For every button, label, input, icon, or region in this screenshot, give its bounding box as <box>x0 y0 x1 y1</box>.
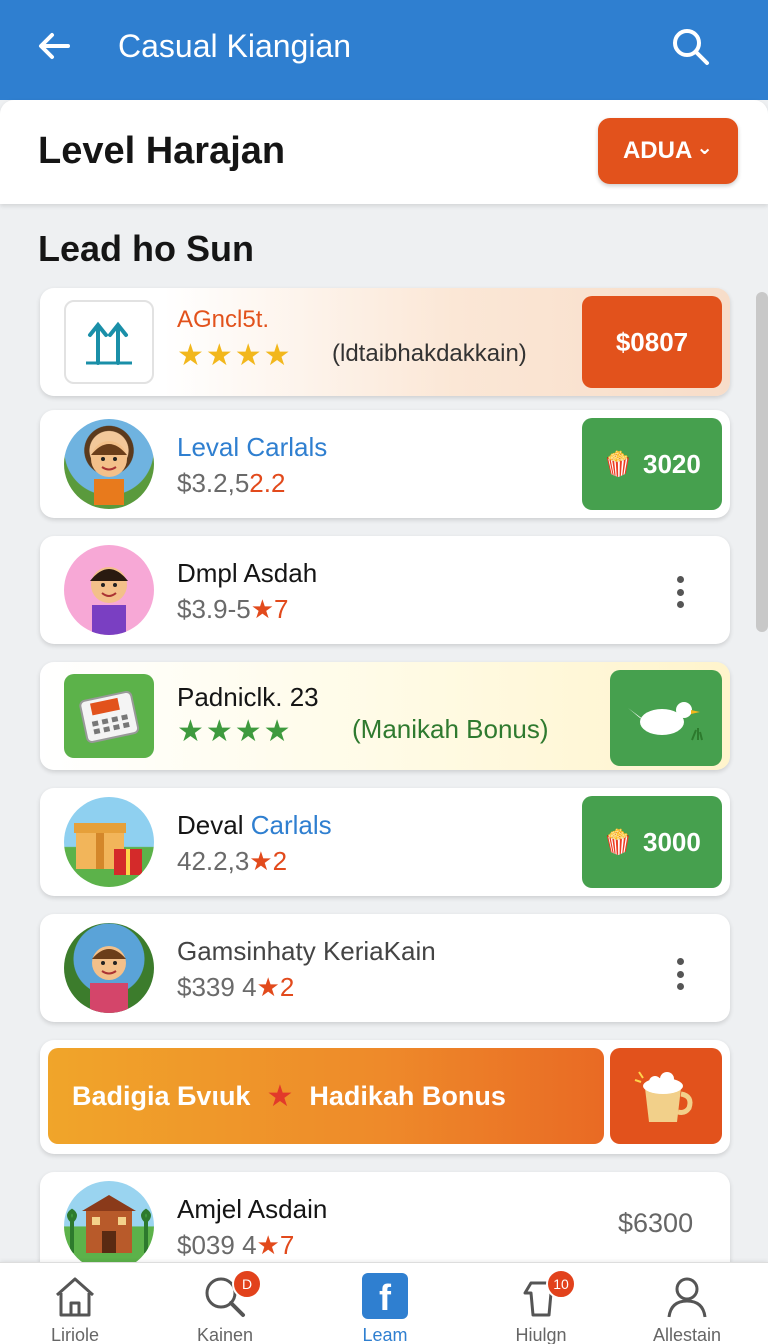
list-item[interactable]: AGncl5t. ★★★★ (ldtaibhakdakkain) $0807 <box>40 288 730 396</box>
item-note: (ldtaibhakdakkain) <box>332 340 527 367</box>
app-title: Casual Kiangian <box>118 28 352 64</box>
chevron-down-icon: ⌄ <box>696 136 714 159</box>
chart-up-icon <box>64 300 154 384</box>
star-icon: ★ <box>266 1079 294 1113</box>
item-name: Amjel Asdain <box>177 1194 328 1224</box>
item-name: Leval Carlals <box>177 432 328 462</box>
nav-item-learn[interactable]: f Leam <box>310 1263 460 1344</box>
item-price: $3.2,52.2 <box>177 468 286 498</box>
search-icon[interactable] <box>670 26 712 68</box>
item-price: $3.9-5★7 <box>177 594 289 624</box>
reward-value: 3000 <box>643 826 701 857</box>
adua-dropdown-button[interactable]: ADUA ⌄ <box>598 118 738 184</box>
reward-value: 3020 <box>643 448 701 479</box>
page-title: Level Harajan <box>38 130 286 172</box>
price-button[interactable]: $0807 <box>582 296 722 388</box>
list-item[interactable]: Leval Carlals $3.2,52.2 🍿 3020 <box>40 410 730 518</box>
item-price: 42.2,3★2 <box>177 846 288 876</box>
nav-label: Leam <box>362 1325 408 1344</box>
boy-avatar <box>64 419 154 509</box>
item-name: AGncl5t. <box>177 306 270 333</box>
kid-avatar <box>64 923 154 1013</box>
item-name: Deval Carlals <box>177 810 332 840</box>
more-options-icon[interactable] <box>670 572 690 612</box>
item-price: $339 4★2 <box>177 972 295 1002</box>
scrollbar[interactable] <box>756 292 768 632</box>
reward-button[interactable]: 🍿 3000 <box>582 796 722 888</box>
nav-item-bag[interactable]: 10 Hiulgn <box>466 1263 616 1344</box>
notification-badge: 10 <box>546 1269 576 1299</box>
building-avatar <box>64 1181 154 1271</box>
list-item[interactable]: Padniclk. 23 ★★★★ (Manikah Bonus) <box>40 662 730 770</box>
reward-button[interactable]: 🍿 3020 <box>582 418 722 510</box>
item-value: $6300 <box>618 1208 694 1238</box>
adua-button-label: ADUA <box>622 137 693 164</box>
banner-text-left: Badigia Бvιuk <box>72 1080 251 1111</box>
calculator-icon <box>64 674 154 758</box>
nav-label: Allestain <box>652 1325 722 1344</box>
popcorn-icon: 🍿 <box>603 828 634 856</box>
popcorn-icon: 🍿 <box>603 450 634 478</box>
nav-label: Kainen <box>196 1325 254 1344</box>
reward-button[interactable] <box>610 1048 722 1144</box>
section-title: Lead ho Sun <box>38 228 254 269</box>
list-item[interactable]: Deval Carlals 42.2,3★2 🍿 3000 <box>40 788 730 896</box>
notification-badge: D <box>232 1269 262 1299</box>
item-name: Padniclk. 23 <box>177 682 319 712</box>
coffee-cup-icon <box>634 1071 693 1122</box>
item-name: Dmpl Asdah <box>177 558 318 588</box>
nav-item-profile[interactable]: Allestain <box>612 1263 762 1344</box>
home-icon <box>56 1277 94 1317</box>
bonus-banner-bar[interactable]: Badigia Бvιuk ★ Hadikah Bonus <box>48 1048 604 1144</box>
price-label: $0807 <box>615 326 689 357</box>
rating-stars: ★★★★ <box>177 339 293 372</box>
nav-item-search[interactable]: D Kainen <box>150 1263 300 1344</box>
nav-item-home[interactable]: Liriole <box>0 1263 150 1344</box>
rating-stars: ★★★★ <box>177 715 293 748</box>
reward-button[interactable] <box>610 670 722 766</box>
bird-icon <box>628 702 703 741</box>
gift-avatar <box>64 797 154 887</box>
nav-label: Liriole <box>50 1325 100 1344</box>
bottom-navigation: Liriole D Kainen f Leam 10 Hiulgn Allest… <box>0 1262 768 1344</box>
bonus-banner[interactable]: Badigia Бvιuk ★ Hadikah Bonus <box>40 1040 730 1154</box>
level-header: Level Harajan ADUA ⌄ <box>0 100 768 204</box>
facebook-icon: f <box>362 1273 408 1319</box>
item-name: Gamsinhaty KeriaKain <box>177 936 436 966</box>
app-bar: Casual Kiangian <box>0 0 768 100</box>
nav-label: Hiulgn <box>515 1325 567 1344</box>
list-item[interactable]: Dmpl Asdah $3.9-5★7 <box>40 536 730 644</box>
arrow-left-icon[interactable] <box>34 26 74 66</box>
item-price: $039 4★7 <box>177 1230 295 1260</box>
bonus-note: (Manikah Bonus) <box>352 714 549 744</box>
child-avatar <box>64 545 154 635</box>
user-icon <box>667 1277 707 1318</box>
more-options-icon[interactable] <box>670 954 690 994</box>
list-item[interactable]: Gamsinhaty KeriaKain $339 4★2 <box>40 914 730 1022</box>
banner-text-right: Hadikah Bonus <box>309 1080 506 1111</box>
